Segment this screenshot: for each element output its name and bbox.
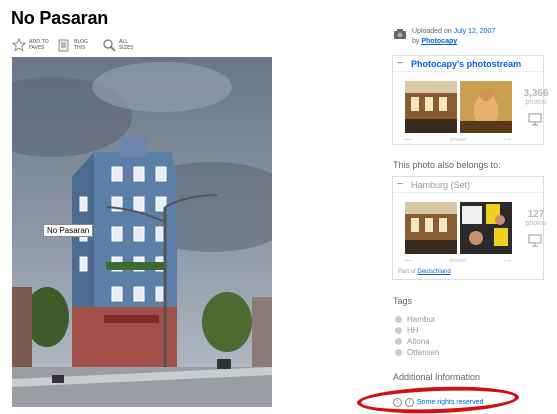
- thumbnail-image: [460, 81, 512, 133]
- tag-item[interactable]: Altona: [395, 337, 430, 346]
- additional-info-heading: Additional Information: [393, 372, 481, 382]
- collapse-set-button[interactable]: −: [393, 179, 407, 190]
- thumbnail-image: [405, 81, 457, 133]
- set-slideshow-icon[interactable]: [528, 233, 542, 247]
- highlight-ring-annotation: [356, 384, 520, 414]
- tag-bullet-icon: [395, 338, 402, 345]
- collection-link[interactable]: Deutschland: [417, 269, 450, 275]
- set-thumbs: [405, 202, 512, 254]
- photostream-thumbs: [405, 81, 512, 133]
- upload-date-link[interactable]: July 12, 2007: [454, 28, 496, 35]
- tag-label[interactable]: Hambur: [407, 315, 435, 324]
- set-thumb-current[interactable]: [460, 202, 512, 254]
- uploaded-on-label: Uploaded on: [412, 28, 452, 35]
- tag-item[interactable]: Hambur: [395, 315, 435, 324]
- tag-label[interactable]: Ottensen: [407, 348, 439, 357]
- thumbnail-image: [460, 202, 512, 254]
- tag-label[interactable]: HH: [407, 326, 419, 335]
- blog-this-button[interactable]: BLOG THIS: [57, 38, 94, 52]
- photostream-title[interactable]: Photocapy's photostream: [407, 59, 521, 69]
- photostream-count-unit: photos: [525, 99, 547, 106]
- magnifier-icon: [103, 39, 116, 52]
- camera-icon: [394, 29, 406, 39]
- belongs-to-label: This photo also belongs to:: [393, 160, 501, 170]
- set-count: 127 photos: [519, 209, 553, 227]
- collapse-photostream-button[interactable]: −: [393, 58, 407, 69]
- star-icon: [12, 38, 26, 52]
- tag-bullet-icon: [395, 327, 402, 334]
- page-title: No Pasaran: [11, 8, 109, 28]
- all-sizes-button[interactable]: ALL SIZES: [102, 38, 139, 52]
- set-browse-label: browse: [449, 258, 467, 264]
- photo-note[interactable]: No Pasaran: [43, 224, 94, 237]
- set-count-unit: photos: [525, 220, 547, 227]
- tags-heading: Tags: [393, 296, 413, 306]
- uploader-info: Uploaded on July 12, 2007 by Photocapy: [393, 27, 495, 47]
- set-title[interactable]: Hamburg (Set): [407, 180, 470, 190]
- photostream-thumb-current[interactable]: [460, 81, 512, 133]
- tag-bullet-icon: [395, 316, 402, 323]
- add-to-faves-label: ADD TO FAVES: [29, 39, 49, 51]
- browse-label: browse: [449, 137, 467, 143]
- photostream-thumb-prev[interactable]: [405, 81, 457, 133]
- photo-toolbar: ADD TO FAVES BLOG THIS ALL SIZES: [12, 38, 139, 52]
- by-label: by: [412, 38, 420, 45]
- add-to-faves-button[interactable]: ADD TO FAVES: [12, 38, 49, 52]
- all-sizes-label: ALL SIZES: [119, 39, 134, 51]
- part-of-collection: Part of Deutschland: [398, 269, 451, 275]
- set-count-number: 127: [527, 209, 545, 220]
- part-of-label: Part of: [398, 269, 416, 275]
- document-icon: [58, 39, 69, 52]
- set-browse-prev-arrow-icon[interactable]: ⟵: [405, 258, 412, 264]
- browse-prev-arrow-icon[interactable]: ⟵: [405, 137, 412, 143]
- tag-item[interactable]: Ottensen: [395, 348, 439, 357]
- browse-next-arrow-icon[interactable]: ⟶: [504, 137, 511, 143]
- thumbnail-image: [405, 202, 457, 254]
- tag-bullet-icon: [395, 349, 402, 356]
- photostream-count-number: 3,366: [523, 88, 549, 99]
- tag-label[interactable]: Altona: [407, 337, 430, 346]
- slideshow-icon[interactable]: [528, 112, 542, 126]
- set-browse-nav: ⟵ browse ⟶: [405, 258, 511, 264]
- photostream-count: 3,366 photos: [519, 88, 553, 106]
- set-browse-next-arrow-icon[interactable]: ⟶: [504, 258, 511, 264]
- photostream-browse-nav: ⟵ browse ⟶: [405, 137, 511, 143]
- tag-item[interactable]: HH: [395, 326, 419, 335]
- uploader-link[interactable]: Photocapy: [421, 38, 457, 45]
- blog-this-label: BLOG THIS: [74, 39, 88, 51]
- set-thumb-prev[interactable]: [405, 202, 457, 254]
